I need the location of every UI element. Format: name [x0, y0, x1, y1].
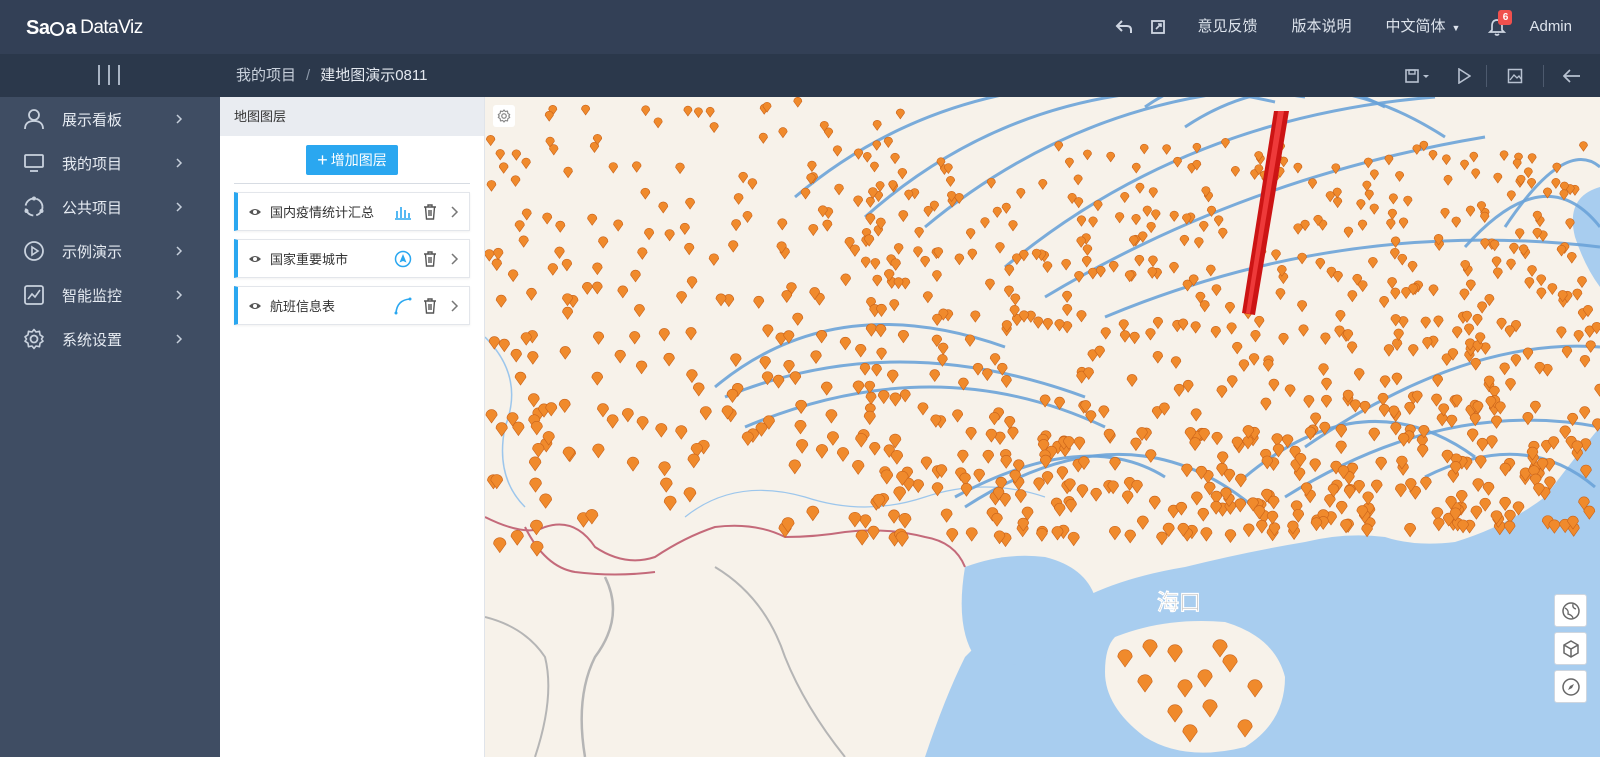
feedback-link[interactable]: 意见反馈 [1181, 0, 1275, 54]
top-header: Sa a DataViz 意见反馈 版本说明 中文简体 ▼ 6 Admin [0, 0, 1600, 54]
layer-name: 国家重要城市 [270, 252, 349, 267]
arc-line-icon[interactable] [394, 297, 412, 315]
sidebar-item-dashboard[interactable]: 展示看板 [0, 97, 220, 141]
logo[interactable]: Sa a DataViz [26, 14, 143, 42]
compass-icon [1561, 677, 1580, 696]
sidebar-item-label: 系统设置 [62, 331, 123, 349]
monitor-icon [22, 151, 46, 175]
add-layer-button[interactable]: + 增加图层 [306, 144, 398, 175]
gear-icon [22, 327, 46, 351]
layer-item[interactable]: 航班信息表 [234, 286, 470, 325]
back-arrow-icon [1563, 68, 1580, 83]
sidebar: 展示看板 我的项目 公共项目 示例演示 智能监控 系统设置 [0, 97, 220, 757]
trash-icon[interactable] [422, 203, 438, 221]
city-marker[interactable] [1503, 520, 1516, 535]
plus-icon: + [317, 149, 328, 170]
bar-chart-icon[interactable] [394, 203, 412, 221]
trash-icon[interactable] [422, 297, 438, 315]
sidebar-item-public-projects[interactable]: 公共项目 [0, 185, 220, 229]
chevron-right-icon [176, 246, 183, 256]
sidebar-item-settings[interactable]: 系统设置 [0, 317, 220, 361]
sidebar-item-examples[interactable]: 示例演示 [0, 229, 220, 273]
preview-button[interactable] [1442, 54, 1486, 97]
header-actions: 意见反馈 版本说明 中文简体 ▼ 6 Admin [1107, 0, 1600, 54]
layer-item[interactable]: 国家重要城市 [234, 239, 470, 278]
chevron-right-icon [176, 202, 183, 212]
play-icon [1458, 67, 1471, 84]
gulf-area [961, 555, 1095, 665]
eye-icon[interactable] [248, 254, 262, 264]
cube-icon [1562, 639, 1579, 658]
sidebar-item-label: 公共项目 [62, 199, 123, 217]
breadcrumb-separator: / [306, 67, 311, 84]
layer-panel: 地图图层 + 增加图层 国内疫情统计汇总 国家重要城市 航班信息表 [220, 97, 485, 757]
notification-badge: 6 [1498, 10, 1513, 25]
chevron-right-icon [176, 290, 183, 300]
breadcrumb-my-projects[interactable]: 我的项目 [236, 67, 296, 84]
gear-icon [497, 109, 511, 123]
map-settings-button[interactable] [493, 105, 515, 127]
undo-icon[interactable] [1107, 0, 1141, 54]
sidebar-item-monitoring[interactable]: 智能监控 [0, 273, 220, 317]
chevron-right-icon[interactable] [448, 204, 460, 220]
map-canvas[interactable]: 海口 [485, 97, 1600, 757]
breadcrumb-current: 建地图演示0811 [320, 67, 428, 84]
breadcrumb: 我的项目 / 建地图演示0811 [236, 54, 427, 97]
notifications-button[interactable]: 6 [1477, 0, 1517, 54]
play-circle-icon [22, 239, 46, 263]
chevron-right-icon [176, 334, 183, 344]
project-tools [1394, 54, 1600, 97]
chevron-right-icon [176, 158, 183, 168]
eye-icon[interactable] [248, 207, 262, 217]
layer-name: 航班信息表 [270, 299, 336, 314]
chevron-right-icon[interactable] [448, 251, 460, 267]
language-label: 中文简体 [1385, 18, 1446, 35]
eye-icon[interactable] [248, 301, 262, 311]
save-menu-button[interactable] [1394, 54, 1442, 97]
map-view[interactable]: 海口 [485, 97, 1600, 757]
collapse-menu-icon[interactable] [98, 65, 120, 85]
image-icon [1507, 68, 1523, 83]
location-icon[interactable] [394, 250, 412, 268]
sidebar-item-label: 示例演示 [62, 243, 123, 261]
globe-view-button[interactable] [1554, 594, 1587, 627]
user-menu[interactable]: Admin [1517, 0, 1600, 54]
sidebar-item-label: 智能监控 [62, 287, 123, 305]
globe-icon [1561, 601, 1580, 620]
layer-panel-title: 地图图层 [220, 97, 484, 136]
add-layer-label: 增加图层 [330, 151, 387, 168]
3d-view-button[interactable] [1554, 632, 1587, 665]
circle-dots-icon [22, 195, 46, 219]
back-button[interactable] [1544, 54, 1600, 97]
layer-item[interactable]: 国内疫情统计汇总 [234, 192, 470, 231]
sidebar-item-label: 展示看板 [62, 111, 123, 129]
compass-button[interactable] [1554, 670, 1587, 703]
add-layer-row: + 增加图层 [234, 136, 470, 184]
trash-icon[interactable] [422, 250, 438, 268]
city-marker[interactable] [1548, 519, 1561, 534]
external-link-icon[interactable] [1141, 0, 1175, 54]
sidebar-item-label: 我的项目 [62, 155, 123, 173]
version-notes-link[interactable]: 版本说明 [1275, 0, 1369, 54]
map-city-label: 海口 [1157, 590, 1201, 615]
sub-toolbar: 我的项目 / 建地图演示0811 [0, 54, 1600, 97]
chevron-right-icon [176, 114, 183, 124]
sidebar-item-my-projects[interactable]: 我的项目 [0, 141, 220, 185]
land-area [485, 97, 1600, 757]
layer-name: 国内疫情统计汇总 [270, 205, 375, 220]
caret-down-icon: ▼ [1451, 23, 1461, 33]
user-icon [22, 107, 46, 131]
language-select[interactable]: 中文简体 ▼ [1369, 0, 1478, 54]
save-icon [1405, 68, 1429, 83]
chevron-right-icon[interactable] [448, 298, 460, 314]
screenshot-button[interactable] [1487, 54, 1543, 97]
chart-line-icon [22, 283, 46, 307]
